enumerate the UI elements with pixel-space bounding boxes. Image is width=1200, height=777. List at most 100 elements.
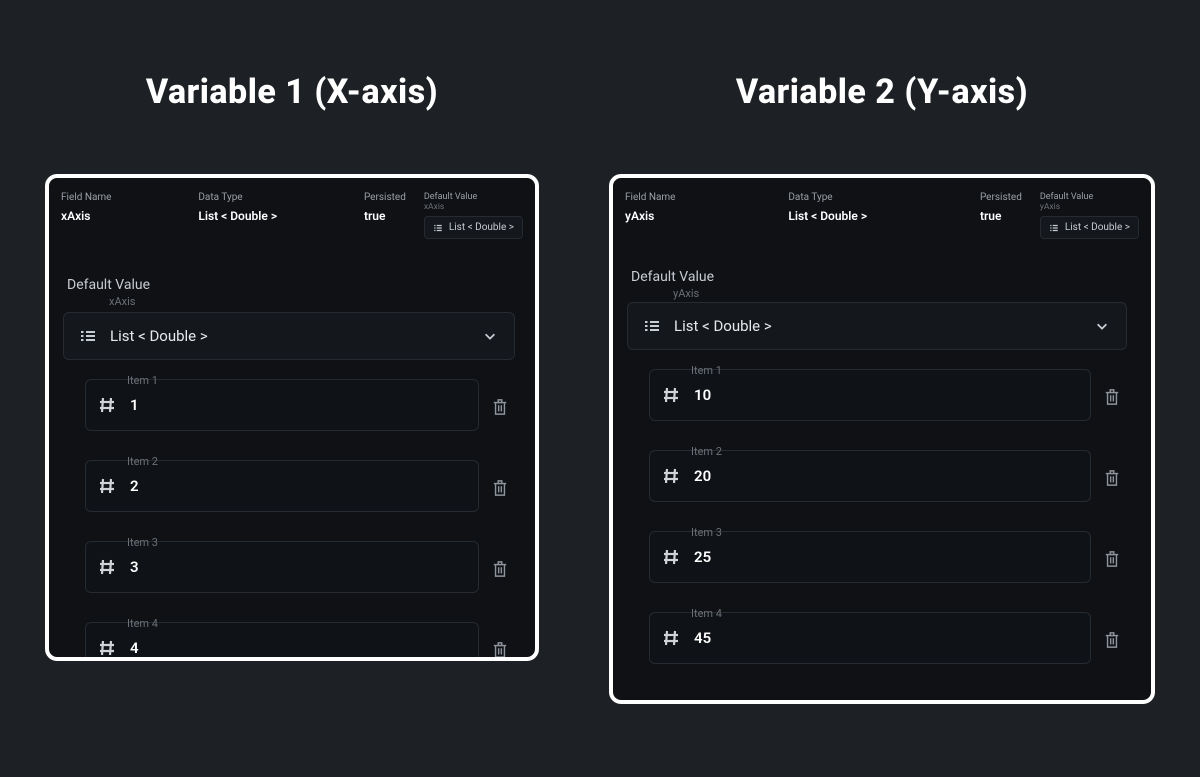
mini-default-sub: yAxis: [1040, 202, 1060, 212]
summary-value: yAxis: [625, 209, 675, 223]
summary-value: true: [980, 209, 1022, 223]
panel-yaxis: Field Name yAxis Data Type List < Double…: [609, 174, 1155, 704]
delete-item-button[interactable]: [1103, 629, 1121, 651]
summary-row: Field Name xAxis Data Type List < Double…: [49, 178, 535, 243]
column-xaxis: Variable 1 (X-axis) Field Name xAxis Dat…: [45, 72, 539, 777]
list-item: Item 1 1: [63, 370, 509, 431]
items-list: Item 1 10: [627, 360, 1127, 664]
number-icon: [662, 629, 680, 647]
chevron-down-icon: [482, 328, 498, 344]
item-row: 4: [85, 626, 509, 661]
number-icon: [98, 396, 116, 414]
item-row: 2: [85, 464, 509, 512]
list-item: Item 3 25: [627, 522, 1121, 583]
delete-item-button[interactable]: [1103, 548, 1121, 570]
number-icon: [98, 558, 116, 576]
summary-label: Data Type: [788, 192, 867, 203]
list-icon: [80, 328, 96, 344]
item-value: 45: [694, 629, 711, 647]
list-icon: [1049, 223, 1059, 233]
delete-item-button[interactable]: [491, 396, 509, 418]
mini-pill-text: List < Double >: [1065, 222, 1130, 233]
item-value: 25: [694, 548, 711, 566]
summary-value: List < Double >: [198, 209, 277, 223]
chevron-down-icon: [1094, 318, 1110, 334]
summary-field-name: Field Name yAxis: [625, 192, 675, 223]
summary-value: true: [364, 209, 406, 223]
number-icon: [98, 477, 116, 495]
item-value: 1: [130, 396, 139, 414]
item-value: 4: [130, 639, 139, 657]
items-list: Item 1 1: [63, 370, 515, 661]
default-value-title: Default Value: [67, 277, 515, 293]
mini-default-label: Default Value: [1040, 192, 1093, 202]
list-item: Item 2 2: [63, 451, 509, 512]
column-title: Variable 2 (Y-axis): [736, 72, 1028, 112]
number-icon: [662, 386, 680, 404]
default-value-sub: xAxis: [109, 295, 515, 308]
summary-label: Field Name: [61, 192, 111, 203]
list-header-left: List < Double >: [644, 317, 772, 335]
summary-field-name: Field Name xAxis: [61, 192, 111, 223]
mini-pill-text: List < Double >: [449, 222, 514, 233]
delete-item-button[interactable]: [1103, 386, 1121, 408]
number-icon: [98, 639, 116, 657]
summary-persisted: Persisted true: [364, 192, 406, 223]
summary-data-type: Data Type List < Double >: [788, 192, 867, 223]
default-value-block: Default Value xAxis List < Double >: [49, 277, 535, 661]
default-value-sub: yAxis: [673, 287, 1127, 300]
summary-row: Field Name yAxis Data Type List < Double…: [613, 178, 1151, 243]
item-row: 3: [85, 545, 509, 593]
column-title: Variable 1 (X-axis): [146, 72, 438, 112]
list-type-dropdown[interactable]: List < Double >: [627, 302, 1127, 350]
list-item: Item 3 3: [63, 532, 509, 593]
item-row: 1: [85, 383, 509, 431]
delete-item-button[interactable]: [491, 477, 509, 499]
list-item: Item 4 45: [627, 603, 1121, 664]
item-value: 2: [130, 477, 139, 495]
mini-default-pill[interactable]: List < Double >: [1040, 216, 1139, 239]
list-icon: [433, 223, 443, 233]
item-value: 10: [694, 386, 711, 404]
summary-label: Field Name: [625, 192, 675, 203]
item-row: 25: [649, 535, 1121, 583]
mini-default-sub: xAxis: [424, 202, 444, 212]
column-yaxis: Variable 2 (Y-axis) Field Name yAxis Dat…: [609, 72, 1155, 777]
list-type-dropdown[interactable]: List < Double >: [63, 312, 515, 360]
list-icon: [644, 318, 660, 334]
list-header-left: List < Double >: [80, 327, 208, 345]
summary-label: Data Type: [198, 192, 277, 203]
item-row: 45: [649, 616, 1121, 664]
summary-label: Persisted: [364, 192, 406, 203]
item-caption: Item 1: [127, 374, 509, 387]
delete-item-button[interactable]: [491, 639, 509, 661]
item-caption: Item 4: [127, 617, 509, 630]
mini-default-pill[interactable]: List < Double >: [424, 216, 523, 239]
item-caption: Item 3: [127, 536, 509, 549]
list-type-text: List < Double >: [110, 327, 208, 345]
delete-item-button[interactable]: [491, 558, 509, 580]
summary-label: Persisted: [980, 192, 1022, 203]
number-icon: [662, 548, 680, 566]
item-caption: Item 2: [691, 445, 1121, 458]
item-caption: Item 1: [691, 364, 1121, 377]
summary-persisted: Persisted true: [980, 192, 1022, 223]
list-item: Item 1 10: [627, 360, 1121, 421]
number-icon: [662, 467, 680, 485]
item-caption: Item 2: [127, 455, 509, 468]
default-value-title: Default Value: [631, 269, 1127, 285]
summary-default-mini: Default Value yAxis List < Double >: [1040, 192, 1139, 239]
mini-default-label: Default Value: [424, 192, 477, 202]
item-row: 10: [649, 373, 1121, 421]
item-caption: Item 4: [691, 607, 1121, 620]
item-value: 20: [694, 467, 711, 485]
list-item: Item 4 4: [63, 613, 509, 661]
delete-item-button[interactable]: [1103, 467, 1121, 489]
item-row: 20: [649, 454, 1121, 502]
two-panel-layout: Variable 1 (X-axis) Field Name xAxis Dat…: [0, 0, 1200, 777]
summary-value: xAxis: [61, 209, 111, 223]
default-value-block: Default Value yAxis List < Double >: [613, 269, 1151, 664]
item-caption: Item 3: [691, 526, 1121, 539]
summary-default-mini: Default Value xAxis List < Double >: [424, 192, 523, 239]
panel-xaxis: Field Name xAxis Data Type List < Double…: [45, 174, 539, 661]
